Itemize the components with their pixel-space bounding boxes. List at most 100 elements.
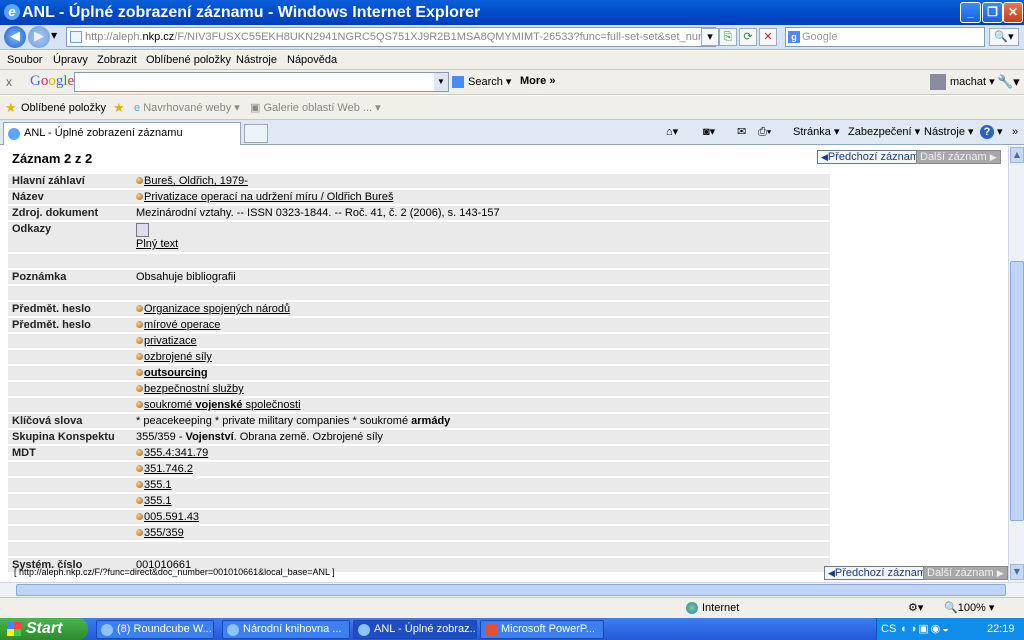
chevron-down-icon[interactable]: ▼ bbox=[434, 73, 448, 91]
subject-link[interactable]: ozbrojené síly bbox=[144, 351, 212, 363]
menu-view[interactable]: Zobrazit bbox=[97, 51, 137, 70]
horizontal-scroll-thumb[interactable] bbox=[16, 584, 1006, 596]
forward-button[interactable]: ▶ bbox=[28, 26, 50, 48]
window-titlebar: e ANL - Úplné zobrazení záznamu - Window… bbox=[0, 0, 1024, 25]
taskbar-item-active[interactable]: ANL - Úplné zobraz... bbox=[353, 620, 477, 639]
maximize-button[interactable]: ❐ bbox=[982, 2, 1003, 23]
mdt-link[interactable]: 005.591.43 bbox=[144, 511, 199, 523]
search-input[interactable]: g Google bbox=[785, 27, 985, 47]
menu-file[interactable]: Soubor bbox=[7, 51, 42, 70]
bullet-icon bbox=[136, 513, 143, 520]
record-table: Hlavní záhlaví Bureš, Oldřich, 1979- Náze… bbox=[8, 172, 830, 574]
arrow-left-icon: ◀ bbox=[828, 568, 835, 578]
next-record-button[interactable]: Další záznam ▶ bbox=[916, 150, 1001, 164]
favorites-button[interactable]: Oblíbené položky bbox=[21, 96, 106, 120]
mdt-link[interactable]: 355/359 bbox=[144, 527, 184, 539]
permalink[interactable]: [ http://aleph.nkp.cz/F/?func=direct&doc… bbox=[14, 567, 335, 577]
scroll-up-icon[interactable]: ▲ bbox=[1010, 147, 1024, 163]
menu-edit[interactable]: Úpravy bbox=[53, 51, 88, 70]
table-row bbox=[8, 254, 830, 268]
google-toolbar: x Google ▼ Search ▾ More » machat ▾ 🔧▾ bbox=[0, 70, 1024, 95]
vertical-scrollbar[interactable]: ▲ ▼ bbox=[1008, 146, 1024, 582]
star-icon: ★ bbox=[5, 100, 17, 115]
url-rest: /F/NIV3FUSXC55EKH8UKN2941NGRC5QS751XJ9R2… bbox=[174, 31, 716, 43]
taskbar-item[interactable]: Národní knihovna ... bbox=[222, 620, 350, 639]
horizontal-scrollbar[interactable] bbox=[0, 582, 1024, 597]
menu-favorites[interactable]: Oblíbené položky bbox=[146, 51, 231, 70]
home-icon[interactable]: ⌂▾ bbox=[666, 120, 678, 145]
tools-menu[interactable]: Nástroje ▾ bbox=[924, 120, 974, 145]
field-label bbox=[8, 478, 132, 492]
wrench-icon[interactable]: 🔧▾ bbox=[997, 74, 1020, 90]
help-menu[interactable]: ? ▾ bbox=[980, 120, 1003, 145]
subject-link[interactable]: privatizace bbox=[144, 335, 197, 347]
web-slice-label: Galerie oblastí Web ... bbox=[263, 102, 373, 114]
table-row bbox=[8, 286, 830, 300]
ie-icon bbox=[101, 624, 113, 636]
subject-link[interactable]: soukromé vojenské společnosti bbox=[144, 399, 301, 411]
more-button[interactable]: More » bbox=[520, 75, 555, 87]
document-icon[interactable] bbox=[136, 223, 149, 237]
google-search-button[interactable]: Search ▾ bbox=[468, 75, 511, 88]
keywords-bold: armády bbox=[411, 415, 451, 427]
google-toolbar-input[interactable]: ▼ bbox=[74, 72, 449, 92]
scroll-thumb[interactable] bbox=[1010, 261, 1024, 521]
user-menu[interactable]: machat ▾ bbox=[950, 75, 995, 88]
close-window-button[interactable]: ✕ bbox=[1003, 2, 1023, 23]
menu-tools[interactable]: Nástroje bbox=[236, 51, 277, 70]
refresh-icon[interactable]: ⟳ bbox=[739, 28, 757, 46]
tray-icons[interactable]: ◐◑▣◉◒ bbox=[901, 618, 951, 640]
field-label bbox=[8, 382, 132, 396]
subject-link[interactable]: outsourcing bbox=[144, 367, 208, 379]
scroll-down-icon[interactable]: ▼ bbox=[1010, 564, 1024, 580]
feeds-icon[interactable]: ◙▾ bbox=[703, 120, 715, 145]
language-indicator[interactable]: CS bbox=[881, 618, 896, 640]
mdt-link[interactable]: 351.746.2 bbox=[144, 463, 193, 475]
history-dropdown-icon[interactable]: ▼ bbox=[51, 31, 57, 40]
title-link[interactable]: Privatizace operací na udržení míru / Ol… bbox=[144, 191, 393, 203]
mdt-link[interactable]: 355.4:341.79 bbox=[144, 447, 208, 459]
table-row: soukromé vojenské společnosti bbox=[8, 398, 830, 412]
tab-anl[interactable]: ANL - Úplné zobrazení záznamu bbox=[3, 122, 241, 145]
mdt-link[interactable]: 355.1 bbox=[144, 479, 172, 491]
taskbar-item[interactable]: (8) Roundcube W... bbox=[96, 620, 214, 639]
compatibility-icon[interactable]: ⎘ bbox=[719, 28, 737, 46]
mail-icon[interactable]: ✉ bbox=[737, 120, 746, 145]
subject-link[interactable]: bezpečnostní služby bbox=[144, 383, 244, 395]
address-dropdown-icon[interactable]: ▾ bbox=[701, 28, 719, 46]
menu-help[interactable]: Nápověda bbox=[287, 51, 337, 70]
close-toolbar-icon[interactable]: x bbox=[6, 75, 12, 89]
print-icon[interactable]: ⎙▾ bbox=[758, 120, 771, 145]
page-icon bbox=[70, 31, 82, 43]
field-value: 355/359 bbox=[132, 526, 830, 540]
field-value: 355.1 bbox=[132, 494, 830, 508]
subject-link[interactable]: Organizace spojených národů bbox=[144, 303, 290, 315]
table-row: Hlavní záhlaví Bureš, Oldřich, 1979- bbox=[8, 174, 830, 188]
overflow-chevron-icon[interactable]: » bbox=[1012, 120, 1018, 145]
new-tab-button[interactable] bbox=[244, 124, 268, 143]
back-button[interactable]: ◀ bbox=[4, 26, 26, 48]
address-field[interactable]: http://aleph.nkp.cz/F/NIV3FUSXC55EKH8UKN… bbox=[66, 27, 716, 47]
field-label bbox=[8, 510, 132, 524]
subject-link[interactable]: mírové operace bbox=[144, 319, 220, 331]
taskbar: Start (8) Roundcube W... Národní knihovn… bbox=[0, 618, 1024, 640]
page-menu[interactable]: Stránka ▾ bbox=[793, 120, 840, 145]
minimize-button[interactable]: _ bbox=[960, 2, 981, 23]
previous-record-button[interactable]: ◀Předchozí záznam bbox=[817, 150, 924, 164]
zoom-level[interactable]: 🔍100% ▾ bbox=[944, 598, 994, 618]
next-record-button-bottom[interactable]: Další záznam ▶ bbox=[923, 566, 1008, 580]
mdt-link[interactable]: 355.1 bbox=[144, 495, 172, 507]
taskbar-item[interactable]: Microsoft PowerP... bbox=[480, 620, 604, 639]
stop-icon[interactable]: ✕ bbox=[759, 28, 777, 46]
security-menu[interactable]: Zabezpečení ▾ bbox=[848, 120, 920, 145]
add-favorite-icon[interactable]: ★ bbox=[113, 96, 125, 120]
full-text-link[interactable]: Plný text bbox=[136, 238, 178, 250]
web-slice-gallery[interactable]: ▣ Galerie oblastí Web ... ▾ bbox=[250, 96, 381, 120]
field-value: 005.591.43 bbox=[132, 510, 830, 524]
search-button[interactable]: 🔍▾ bbox=[989, 28, 1019, 46]
start-button[interactable]: Start bbox=[0, 618, 88, 640]
previous-record-button-bottom[interactable]: ◀Předchozí záznam bbox=[824, 566, 931, 580]
suggested-sites[interactable]: e Navrhované weby ▾ bbox=[134, 96, 240, 120]
author-link[interactable]: Bureš, Oldřich, 1979- bbox=[144, 175, 248, 187]
protected-mode-icon[interactable]: ⚙▾ bbox=[908, 598, 923, 618]
